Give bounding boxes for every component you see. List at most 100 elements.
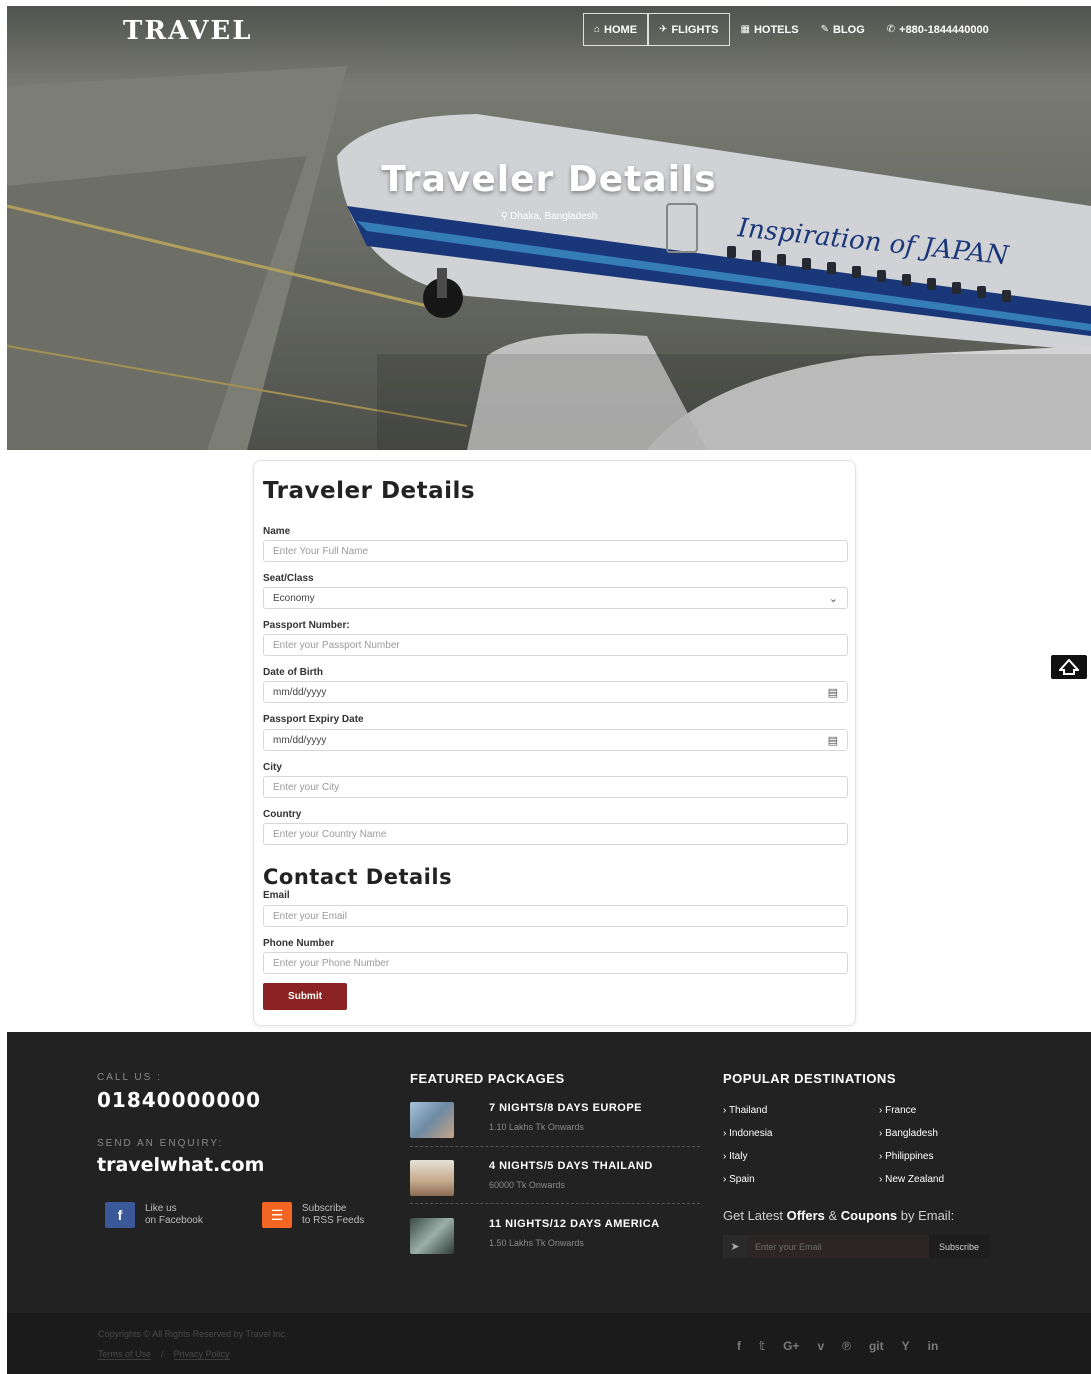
nav-phone-label: +880-1844440000	[899, 23, 989, 36]
expiry-label: Passport Expiry Date	[263, 714, 364, 725]
destination-label: Philippines	[885, 1151, 934, 1162]
footer-phone[interactable]: 01840000000	[97, 1088, 261, 1112]
form-title: Traveler Details	[263, 478, 476, 504]
facebook-icon: f	[105, 1202, 135, 1228]
pinterest-icon[interactable]: ℗	[842, 1339, 851, 1353]
destination-link[interactable]: › Bangladesh	[879, 1128, 938, 1139]
facebook-line2: on Facebook	[145, 1215, 203, 1226]
nav-home[interactable]: ⌂ HOME	[583, 13, 649, 46]
plane-icon: ✈	[659, 24, 668, 35]
package-thumbnail	[410, 1102, 454, 1138]
package-divider	[410, 1146, 700, 1147]
nav-blog[interactable]: ✎ BLOG	[810, 13, 876, 46]
dob-input[interactable]: mm/dd/yyyy ▤	[263, 681, 848, 703]
destination-label: Spain	[729, 1174, 755, 1185]
nav-phone[interactable]: ✆ +880-1844440000	[876, 13, 1000, 46]
rss-text: Subscribe to RSS Feeds	[302, 1203, 364, 1227]
destination-label: Italy	[729, 1151, 748, 1162]
destination-link[interactable]: › Italy	[723, 1151, 747, 1162]
city-input[interactable]: Enter your City	[263, 776, 848, 798]
hacker-news-icon[interactable]: Y	[902, 1339, 910, 1353]
phone-label: Phone Number	[263, 938, 335, 949]
hero-banner: Inspiration of JAPAN TRAVEL ⌂ HOME ✈ FLI…	[7, 6, 1091, 450]
calendar-icon[interactable]: ▤	[828, 734, 838, 747]
destination-link[interactable]: › Philippines	[879, 1151, 933, 1162]
paper-plane-icon: ➤	[723, 1235, 747, 1258]
seat-select[interactable]: Economy ⌄	[263, 587, 848, 609]
contact-title: Contact Details	[263, 865, 453, 889]
destination-link[interactable]: › Spain	[723, 1174, 755, 1185]
submit-button[interactable]: Submit	[263, 983, 347, 1010]
main-nav: ⌂ HOME ✈ FLIGHTS ▦ HOTELS ✎ BLOG ✆ +880-…	[583, 13, 1000, 46]
package-thumbnail	[410, 1218, 454, 1254]
newsletter-email-input[interactable]: Enter your Email	[747, 1235, 929, 1258]
traveler-form-card: Traveler Details Name Enter Your Full Na…	[253, 460, 856, 1026]
nav-flights[interactable]: ✈ FLIGHTS	[648, 13, 730, 46]
nav-hotels[interactable]: ▦ HOTELS	[730, 13, 810, 46]
seat-label: Seat/Class	[263, 573, 314, 584]
terms-link[interactable]: Terms of Use	[98, 1349, 152, 1360]
facebook-link[interactable]: f Like us on Facebook	[105, 1202, 203, 1228]
linkedin-icon[interactable]: in	[928, 1339, 939, 1353]
destination-label: Indonesia	[729, 1128, 773, 1139]
legal-links: Terms of Use / Privacy Policy	[98, 1349, 230, 1360]
city-placeholder: Enter your City	[273, 781, 340, 793]
package-item[interactable]: 11 NIGHTS/12 DAYS AMERICA 1.50 Lakhs Tk …	[410, 1218, 700, 1264]
city-label: City	[263, 762, 282, 773]
rss-line1: Subscribe	[302, 1203, 347, 1214]
nav-blog-label: BLOG	[832, 23, 865, 36]
name-placeholder: Enter Your Full Name	[273, 545, 369, 557]
seat-value: Economy	[273, 592, 315, 604]
vimeo-icon[interactable]: v	[817, 1339, 824, 1353]
dob-placeholder: mm/dd/yyyy	[273, 686, 327, 698]
scroll-top-button[interactable]	[1051, 655, 1087, 679]
subscribe-button[interactable]: Subscribe	[929, 1235, 989, 1258]
destination-label: New Zealand	[885, 1174, 945, 1185]
package-item[interactable]: 4 NIGHTS/5 DAYS THAILAND 60000 Tk Onward…	[410, 1160, 700, 1206]
rss-line2: to RSS Feeds	[302, 1215, 365, 1226]
package-item[interactable]: 7 NIGHTS/8 DAYS EUROPE 1.10 Lakhs Tk Onw…	[410, 1102, 700, 1148]
site-logo[interactable]: TRAVEL	[123, 16, 253, 46]
link-separator: /	[161, 1349, 164, 1359]
email-input[interactable]: Enter your Email	[263, 905, 848, 927]
destination-link[interactable]: › France	[879, 1105, 916, 1116]
calendar-icon[interactable]: ▤	[828, 686, 838, 699]
facebook-line1: Like us	[145, 1203, 177, 1214]
facebook-icon[interactable]: f	[737, 1339, 741, 1353]
rss-link[interactable]: ☰ Subscribe to RSS Feeds	[262, 1202, 364, 1228]
bottom-bar: Copyrights © All Rights Reserved by Trav…	[7, 1313, 1091, 1374]
package-thumbnail	[410, 1160, 454, 1196]
passport-input[interactable]: Enter your Passport Number	[263, 634, 848, 656]
package-price: 1.50 Lakhs Tk Onwards	[489, 1238, 584, 1248]
package-divider	[410, 1203, 700, 1204]
privacy-link[interactable]: Privacy Policy	[173, 1349, 230, 1360]
destination-label: France	[885, 1105, 917, 1116]
hero-location-text: Dhaka, Bangladesh	[510, 211, 598, 222]
destination-link[interactable]: › New Zealand	[879, 1174, 944, 1185]
chevron-down-icon: ⌄	[828, 592, 838, 605]
destination-link[interactable]: › Thailand	[723, 1105, 767, 1116]
destination-link[interactable]: › Indonesia	[723, 1128, 772, 1139]
packages-title: FEATURED PACKAGES	[410, 1071, 565, 1086]
destination-label: Thailand	[728, 1105, 768, 1116]
dob-label: Date of Birth	[263, 667, 323, 678]
expiry-input[interactable]: mm/dd/yyyy ▤	[263, 729, 848, 751]
country-label: Country	[263, 809, 302, 820]
package-title: 7 NIGHTS/8 DAYS EUROPE	[489, 1102, 643, 1114]
email-label: Email	[263, 890, 290, 901]
home-icon: ⌂	[594, 24, 601, 35]
passport-placeholder: Enter your Passport Number	[273, 639, 400, 651]
footer-site[interactable]: travelwhat.com	[97, 1154, 264, 1176]
package-price: 60000 Tk Onwards	[489, 1180, 565, 1190]
phone-icon: ✆	[886, 24, 896, 35]
country-input[interactable]: Enter your Country Name	[263, 823, 848, 845]
hero-title: Traveler Details	[381, 159, 717, 200]
twitter-icon[interactable]: 𝕥	[759, 1339, 765, 1353]
copyright-text: Copyrights © All Rights Reserved by Trav…	[98, 1329, 288, 1339]
phone-input[interactable]: Enter your Phone Number	[263, 952, 848, 974]
enquiry-label: SEND AN ENQUIRY:	[97, 1138, 224, 1149]
nav-hotels-label: HOTELS	[753, 23, 799, 36]
name-input[interactable]: Enter Your Full Name	[263, 540, 848, 562]
google-plus-icon[interactable]: G+	[783, 1339, 799, 1353]
github-icon[interactable]: git	[869, 1339, 884, 1353]
